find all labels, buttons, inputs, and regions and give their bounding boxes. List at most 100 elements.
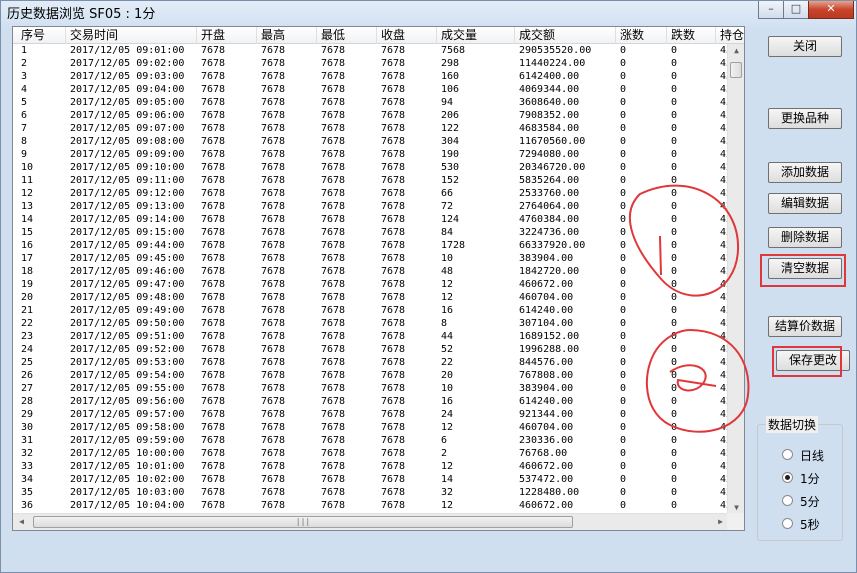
table-row[interactable]: 12 2017/12/05 09:12:00 7678 7678 7678 7678 66 2…: [13, 187, 729, 200]
settlement-data-button[interactable]: 结算价数据: [768, 316, 842, 337]
radio-label: 5分: [800, 495, 820, 509]
table-row[interactable]: 22 2017/12/05 09:50:00 7678 7678 7678 7678 8 30…: [13, 317, 729, 330]
table-row[interactable]: 21 2017/12/05 09:49:00 7678 7678 7678 7678 16 6…: [13, 304, 729, 317]
table-cell: 12: [21, 188, 34, 199]
table-row[interactable]: 4 2017/12/05 09:04:00 7678 7678 7678 7678 106 4…: [13, 83, 729, 96]
horizontal-scrollbar[interactable]: ◀ ||| ▶: [13, 513, 729, 530]
column-header[interactable]: 跌数: [667, 27, 716, 44]
table-row[interactable]: 15 2017/12/05 09:15:00 7678 7678 7678 7678 84 3…: [13, 226, 729, 239]
table-cell: 7678: [381, 396, 406, 407]
table-row[interactable]: 33 2017/12/05 10:01:00 7678 7678 7678 7678 12 4…: [13, 460, 729, 473]
table-row[interactable]: 9 2017/12/05 09:09:00 7678 7678 7678 7678 190 7…: [13, 148, 729, 161]
horizontal-scroll-thumb[interactable]: |||: [33, 516, 573, 528]
radio-checked-icon[interactable]: [782, 472, 793, 483]
table-cell: 48: [441, 266, 454, 277]
table-cell: 1842720.00: [519, 266, 580, 277]
table-row[interactable]: 26 2017/12/05 09:54:00 7678 7678 7678 7678 20 7…: [13, 369, 729, 382]
table-row[interactable]: 5 2017/12/05 09:05:00 7678 7678 7678 7678 94 36…: [13, 96, 729, 109]
table-row[interactable]: 16 2017/12/05 09:44:00 7678 7678 7678 7678 172…: [13, 239, 729, 252]
column-header[interactable]: 最高: [257, 27, 317, 44]
table-cell: 0: [620, 422, 627, 433]
title-bar[interactable]: 历史数据浏览 SF05 : 1分 – □ ✕: [1, 1, 856, 23]
table-row[interactable]: 32 2017/12/05 10:00:00 7678 7678 7678 7678 2 76…: [13, 447, 729, 460]
table-row[interactable]: 13 2017/12/05 09:13:00 7678 7678 7678 7678 72 2…: [13, 200, 729, 213]
table-row[interactable]: 14 2017/12/05 09:14:00 7678 7678 7678 7678 124…: [13, 213, 729, 226]
delete-data-button[interactable]: 删除数据: [768, 227, 842, 248]
minimize-button[interactable]: –: [758, 1, 784, 19]
table-cell: 0: [620, 396, 627, 407]
table-row[interactable]: 10 2017/12/05 09:10:00 7678 7678 7678 7678 530…: [13, 161, 729, 174]
column-header[interactable]: 成交量: [437, 27, 515, 44]
close-window-button[interactable]: ✕: [808, 1, 854, 19]
vertical-scroll-thumb[interactable]: [730, 62, 742, 78]
table-cell: 7678: [381, 305, 406, 316]
table-row[interactable]: 6 2017/12/05 09:06:00 7678 7678 7678 7678 206 7…: [13, 109, 729, 122]
table-row[interactable]: 30 2017/12/05 09:58:00 7678 7678 7678 7678 12 4…: [13, 421, 729, 434]
table-cell: 7678: [201, 500, 226, 511]
table-cell: 8: [441, 318, 448, 329]
table-cell: 7678: [321, 409, 346, 420]
change-symbol-button[interactable]: 更换品种: [768, 108, 842, 129]
table-row[interactable]: 36 2017/12/05 10:04:00 7678 7678 7678 7678 12 4…: [13, 499, 729, 512]
table-cell: 7678: [261, 266, 286, 277]
table-cell: 460672.00: [519, 279, 574, 290]
scroll-up-icon[interactable]: ▲: [728, 46, 744, 55]
column-header[interactable]: 持仓: [716, 27, 744, 44]
table-cell: 7678: [381, 227, 406, 238]
table-row[interactable]: 34 2017/12/05 10:02:00 7678 7678 7678 7678 14 5…: [13, 473, 729, 486]
close-button[interactable]: 关闭: [768, 36, 842, 57]
column-header[interactable]: 收盘: [377, 27, 437, 44]
table-cell: 7678: [261, 123, 286, 134]
table-row[interactable]: 25 2017/12/05 09:53:00 7678 7678 7678 7678 22 8…: [13, 356, 729, 369]
table-row[interactable]: 17 2017/12/05 09:45:00 7678 7678 7678 7678 10 3…: [13, 252, 729, 265]
table-row[interactable]: 20 2017/12/05 09:48:00 7678 7678 7678 7678 12 4…: [13, 291, 729, 304]
table-row[interactable]: 18 2017/12/05 09:46:00 7678 7678 7678 7678 48 1…: [13, 265, 729, 278]
table-cell: 3224736.00: [519, 227, 580, 238]
table-row[interactable]: 28 2017/12/05 09:56:00 7678 7678 7678 7678 16 6…: [13, 395, 729, 408]
column-header[interactable]: 涨数: [616, 27, 667, 44]
table-row[interactable]: 35 2017/12/05 10:03:00 7678 7678 7678 7678 32 1…: [13, 486, 729, 499]
table-cell: 106: [441, 84, 460, 95]
table-row[interactable]: 24 2017/12/05 09:52:00 7678 7678 7678 7678 52 1…: [13, 343, 729, 356]
vertical-scrollbar[interactable]: ▲ ▼: [727, 44, 744, 514]
table-cell: 0: [620, 409, 627, 420]
table-cell: 36: [21, 500, 34, 511]
table-row[interactable]: 29 2017/12/05 09:57:00 7678 7678 7678 7678 24 9…: [13, 408, 729, 421]
history-data-grid[interactable]: 序号 交易时间 开盘 最高 最低 收盘 成交量 成交额 涨数 跌数 持仓 1 2017/12/05 0…: [12, 26, 745, 531]
table-cell: 0: [671, 84, 678, 95]
radio-unchecked-icon[interactable]: [782, 518, 793, 529]
table-row[interactable]: 31 2017/12/05 09:59:00 7678 7678 7678 7678 6 23…: [13, 434, 729, 447]
column-header[interactable]: 最低: [317, 27, 377, 44]
column-header[interactable]: 序号: [17, 27, 66, 44]
table-row[interactable]: 1 2017/12/05 09:01:00 7678 7678 7678 7678 7568…: [13, 44, 729, 57]
table-row[interactable]: 7 2017/12/05 09:07:00 7678 7678 7678 7678 122 4…: [13, 122, 729, 135]
maximize-button[interactable]: □: [783, 1, 809, 19]
radio-unchecked-icon[interactable]: [782, 495, 793, 506]
table-cell: 460672.00: [519, 461, 574, 472]
table-row[interactable]: 23 2017/12/05 09:51:00 7678 7678 7678 7678 44 1…: [13, 330, 729, 343]
table-row[interactable]: 2 2017/12/05 09:02:00 7678 7678 7678 7678 298 1…: [13, 57, 729, 70]
table-cell: 290535520.00: [519, 45, 592, 56]
scroll-down-icon[interactable]: ▼: [728, 503, 744, 512]
table-cell: 0: [671, 201, 678, 212]
radio-unchecked-icon[interactable]: [782, 449, 793, 460]
table-cell: 15: [21, 227, 34, 238]
column-header[interactable]: 开盘: [197, 27, 257, 44]
table-row[interactable]: 3 2017/12/05 09:03:00 7678 7678 7678 7678 160 6…: [13, 70, 729, 83]
table-cell: 7678: [321, 162, 346, 173]
table-row[interactable]: 8 2017/12/05 09:08:00 7678 7678 7678 7678 304 1…: [13, 135, 729, 148]
table-row[interactable]: 27 2017/12/05 09:55:00 7678 7678 7678 7678 10 3…: [13, 382, 729, 395]
table-row[interactable]: 19 2017/12/05 09:47:00 7678 7678 7678 7678 12 4…: [13, 278, 729, 291]
table-cell: 7678: [201, 58, 226, 69]
grid-body[interactable]: 1 2017/12/05 09:01:00 7678 7678 7678 7678 7568…: [13, 44, 729, 514]
table-cell: 7678: [381, 279, 406, 290]
edit-data-button[interactable]: 编辑数据: [768, 193, 842, 214]
table-row[interactable]: 11 2017/12/05 09:11:00 7678 7678 7678 7678 152…: [13, 174, 729, 187]
table-cell: 7678: [321, 123, 346, 134]
column-header[interactable]: 成交额: [515, 27, 616, 44]
scroll-left-icon[interactable]: ◀: [13, 517, 30, 526]
column-header[interactable]: 交易时间: [66, 27, 197, 44]
table-cell: 7678: [201, 175, 226, 186]
table-cell: 8: [21, 136, 28, 147]
add-data-button[interactable]: 添加数据: [768, 162, 842, 183]
